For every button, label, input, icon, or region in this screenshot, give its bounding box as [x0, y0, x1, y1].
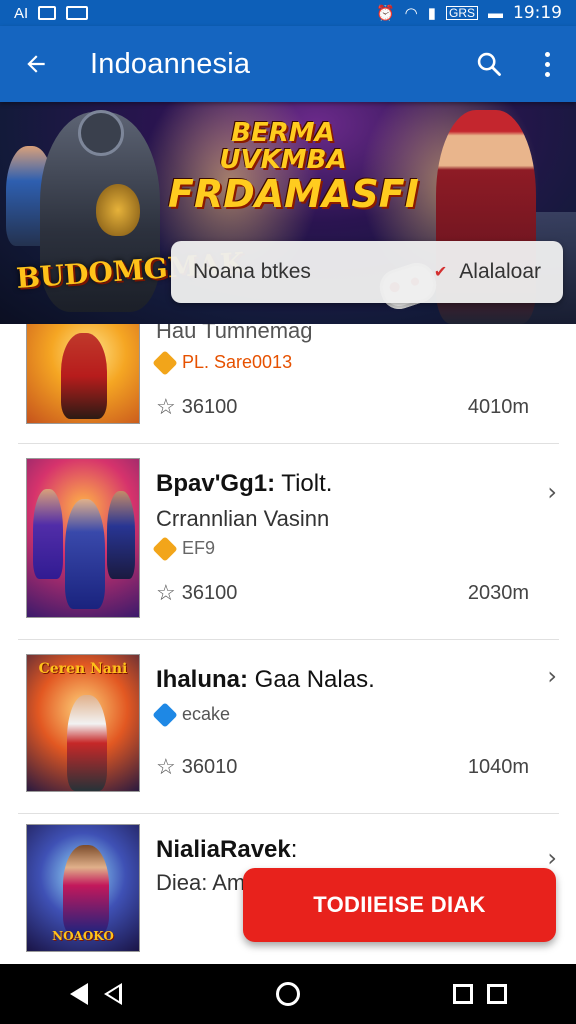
item-rating: ☆ 36010	[156, 754, 237, 780]
status-bar: AI ⏰ ◠ ▮ GRS ▬ 19:19	[0, 0, 576, 26]
sort-selector[interactable]: Noana btkes ✔ Alalaloar	[171, 241, 563, 303]
game-thumbnail: Ceren Nani	[26, 654, 140, 792]
badge-icon	[152, 701, 178, 728]
badge-icon	[152, 349, 178, 376]
item-tag-label: EF9	[182, 538, 216, 558]
item-title: Hau Tumnemag	[156, 324, 313, 344]
item-subtitle: Diea: Am	[156, 870, 246, 895]
system-nav-bar	[0, 964, 576, 1024]
wifi-icon: ◠	[404, 4, 418, 22]
back-triangle-outline-icon	[104, 983, 122, 1005]
item-rating: ☆ 36100	[156, 580, 237, 606]
banner-title-line2: FRDAMASFI	[168, 171, 419, 216]
item-title-rest: Gaa Nalas.	[248, 666, 375, 693]
thumbnail-character	[33, 489, 63, 579]
check-icon: ✔	[433, 264, 448, 281]
status-right: ⏰ ◠ ▮ GRS ▬ 19:19	[376, 3, 562, 23]
thumbnail-caption: NOAOKO	[52, 929, 114, 943]
item-subtitle: Crrannlian Vasinn	[156, 506, 330, 531]
list-item[interactable]: Bpav'Gg1: Tiolt. Crrannlian Vasinn EF9 ☆…	[18, 444, 559, 640]
banner-shield	[96, 184, 140, 236]
page-title: Indoannesia	[90, 47, 251, 80]
back-icon	[70, 983, 122, 1005]
item-rating: ☆ 36100	[156, 394, 237, 420]
banner-title: BERMA UVKMBA FRDAMASFI	[168, 118, 419, 216]
star-icon: ☆	[156, 580, 176, 605]
game-thumbnail: NOAOKO	[26, 824, 140, 952]
thumbnail-character	[61, 333, 107, 419]
search-button[interactable]	[460, 26, 518, 102]
item-tag-label: ecake	[182, 704, 231, 724]
nav-back-button[interactable]	[56, 964, 136, 1024]
item-title-bold: Bpav'Gg1:	[156, 470, 276, 497]
carrier-text: AI	[14, 4, 29, 22]
item-rating-value: 36100	[181, 581, 238, 604]
download-button[interactable]: TODIIEISE DIAK	[243, 868, 556, 942]
app-bar: Indoannesia	[0, 26, 576, 102]
more-vert-icon	[544, 51, 550, 77]
thumbnail-character	[67, 695, 107, 791]
recents-icon	[453, 984, 507, 1004]
item-title: Bpav'Gg1: Tiolt.	[156, 470, 332, 498]
game-thumbnail	[26, 324, 140, 424]
recents-square-icon	[487, 984, 507, 1004]
battery-icon: ▬	[488, 4, 503, 22]
item-title-rest: :	[290, 836, 298, 863]
item-tag: ecake	[152, 701, 231, 728]
item-rating-value: 36100	[181, 395, 238, 418]
item-rating-value: 36010	[181, 755, 238, 778]
nav-recents-button[interactable]	[440, 964, 520, 1024]
thumbnail-caption: Ceren Nani	[38, 661, 128, 677]
back-triangle-icon	[70, 983, 88, 1005]
signal-icon: ▮	[427, 4, 436, 22]
sort-option[interactable]: ✔ Alalaloar	[434, 260, 541, 284]
alarm-icon: ⏰	[375, 4, 395, 22]
back-arrow-icon	[27, 55, 45, 73]
item-title-bold: NialiaRavek	[156, 836, 291, 863]
status-time: 19:19	[513, 3, 562, 23]
thumbnail-character	[63, 845, 109, 935]
list-item[interactable]: Hau Tumnemag PL. Sare0013 ☆ 36100 4010m	[18, 324, 559, 444]
list-item[interactable]: Ceren Nani Ihaluna: Gaa Nalas. ecake ☆ 3…	[18, 640, 559, 814]
item-title: NialiaRavek:	[156, 836, 297, 864]
image-icon	[66, 6, 89, 20]
item-tag: PL. Sare0013	[152, 349, 293, 376]
home-icon	[276, 982, 300, 1006]
more-button[interactable]	[518, 26, 576, 102]
chevron-right-icon: ›	[547, 478, 557, 506]
sort-option-label: Alalaloar	[459, 260, 541, 283]
back-button[interactable]	[0, 26, 72, 102]
recents-square-icon	[453, 984, 473, 1004]
item-size: 2030m	[467, 582, 529, 604]
star-icon: ☆	[156, 754, 176, 779]
item-title-rest: Hau Tumnemag	[156, 324, 313, 343]
nav-home-button[interactable]	[248, 964, 328, 1024]
item-title-rest: Tiolt.	[275, 470, 333, 497]
sort-label: Noana btkes	[193, 260, 311, 283]
item-tag: EF9	[152, 535, 216, 562]
thumbnail-character	[107, 491, 135, 579]
chevron-right-icon: ›	[547, 844, 557, 872]
badge-icon	[152, 535, 178, 562]
chevron-right-icon: ›	[547, 662, 557, 690]
item-size: 1040m	[467, 756, 529, 778]
item-size: 4010m	[467, 396, 529, 418]
battery-label: GRS	[445, 6, 478, 20]
sim-icon	[38, 6, 57, 20]
banner-knight-helmet	[78, 110, 124, 156]
star-icon: ☆	[156, 394, 176, 419]
item-title: Ihaluna: Gaa Nalas.	[156, 666, 375, 694]
thumbnail-character	[65, 499, 105, 609]
banner-title-line1: BERMA UVKMBA	[219, 118, 347, 176]
game-thumbnail	[26, 458, 140, 618]
item-title-bold: Ihaluna:	[156, 666, 249, 693]
search-icon	[477, 52, 501, 76]
item-tag-label: PL. Sare0013	[182, 352, 293, 372]
status-left: AI	[14, 4, 89, 22]
